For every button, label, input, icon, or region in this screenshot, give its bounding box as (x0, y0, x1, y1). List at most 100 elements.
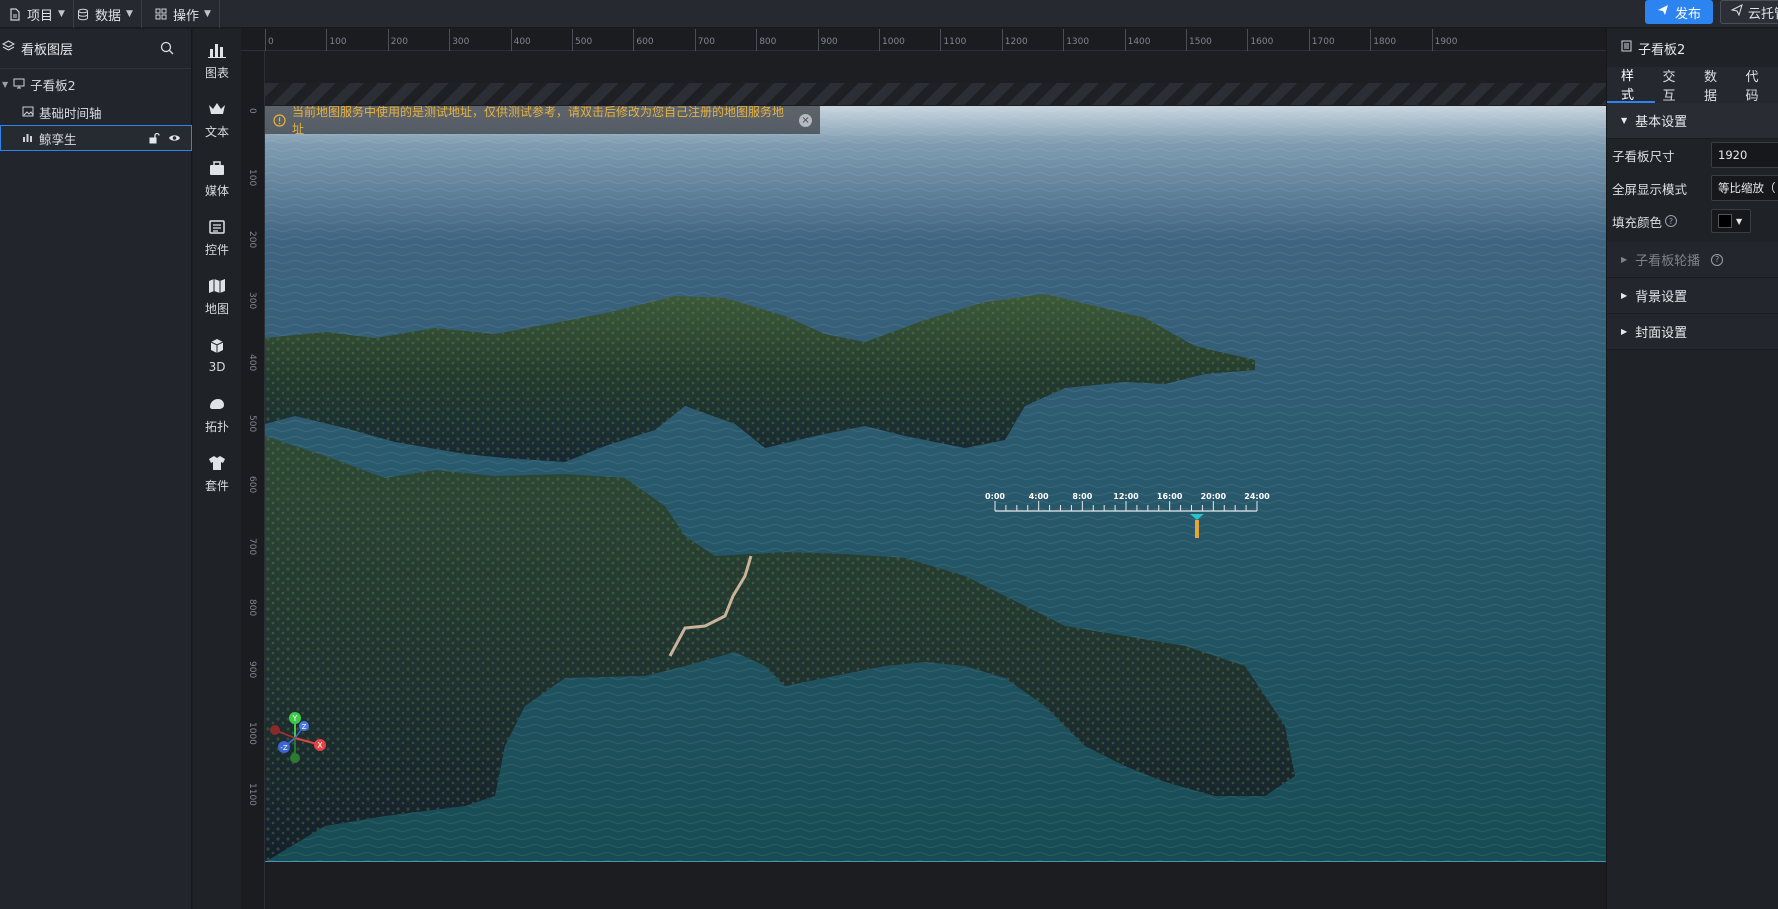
tool-chart[interactable]: 图表 (193, 35, 241, 87)
layer-item-timeline[interactable]: 基础时间轴 (0, 99, 192, 125)
fullscreen-mode-label: 全屏显示模式 (1612, 181, 1688, 197)
menu-data[interactable]: 数据 ▼ (68, 0, 142, 28)
tab-data[interactable]: 数据 (1696, 67, 1738, 104)
menu-project[interactable]: 项目 ▼ (0, 0, 74, 28)
caret-right-icon: ▶ (1621, 327, 1628, 336)
tool-media[interactable]: 媒体 (193, 153, 241, 205)
ruler-tick (1063, 29, 1065, 51)
ruler-label: 300 (452, 37, 470, 47)
layer-item-subboard[interactable]: ▼ 子看板2 (0, 71, 192, 97)
menu-operation-label: 操作 (173, 8, 200, 24)
caret-right-icon: ▶ (1621, 291, 1628, 300)
terrain-scene: 0:00 4:00 8:00 12:00 16:00 20:00 24:00 Y X (265, 106, 1606, 861)
ruler-label: 1000 (882, 37, 905, 47)
ruler-label: 200 (247, 230, 257, 248)
chart-bar-icon (208, 42, 226, 61)
ruler-label: 900 (820, 37, 838, 47)
ruler-label: 1400 (1127, 37, 1151, 47)
ruler-tick (817, 29, 819, 51)
properties-title: 子看板2 (1607, 29, 1778, 67)
ruler-label: 400 (247, 353, 257, 371)
ruler-tick (1247, 29, 1249, 51)
tool-label: 图表 (204, 65, 229, 80)
unlock-icon[interactable] (148, 132, 160, 147)
tool-widget[interactable]: 控件 (193, 212, 241, 264)
ruler-label: 500 (247, 415, 257, 433)
caret-right-icon: ▶ (1621, 255, 1628, 264)
timeline-label: 24:00 (1244, 492, 1270, 501)
help-icon[interactable]: ? (1711, 253, 1724, 266)
tab-interaction[interactable]: 交互 (1655, 67, 1697, 104)
tool-3d[interactable]: 3D (193, 330, 241, 382)
timeline-handle[interactable] (1194, 520, 1199, 538)
menu-operation[interactable]: 操作 ▼ (146, 0, 220, 28)
cloud-hosting-button[interactable]: 云托管 (1720, 0, 1778, 24)
layer-item-digital-twin[interactable]: 鲸孪生 (0, 125, 192, 151)
chevron-down-icon: ▼ (204, 9, 211, 19)
fill-color-row: 填充颜色 ? (1612, 208, 1678, 234)
ruler-label: 1500 (1189, 37, 1212, 47)
timeline-label: 12:00 (1113, 492, 1139, 501)
caret-down-icon: ▼ (1736, 216, 1743, 226)
canvas-bottom-margin (265, 863, 1606, 909)
ruler-label: 1300 (1066, 37, 1090, 47)
layer-item-label: 子看板2 (30, 77, 76, 93)
ruler-label: 1000 (247, 722, 257, 745)
ruler-tick (572, 29, 573, 51)
size-input[interactable]: 1920 (1711, 142, 1778, 168)
ruler-label: 300 (247, 292, 257, 310)
tab-style[interactable]: 样式 (1607, 67, 1655, 103)
ruler-label: 500 (575, 37, 593, 47)
fill-color-picker[interactable]: ▼ (1711, 209, 1751, 233)
ruler-tick (265, 29, 266, 51)
ruler-label: 1200 (1004, 37, 1028, 47)
section-title: 子看板轮播 (1635, 254, 1701, 269)
eye-icon[interactable] (168, 132, 181, 147)
chart-icon (22, 131, 34, 146)
tab-code[interactable]: 代码 (1738, 67, 1778, 104)
tool-label: 地图 (204, 301, 229, 316)
menu-data-label: 数据 (95, 8, 122, 24)
section-title: 背景设置 (1635, 290, 1688, 305)
layer-panel-header: 看板图层 (0, 29, 191, 69)
ruler-label: 900 (247, 660, 257, 678)
tool-label: 3D (208, 360, 226, 374)
cover-section[interactable]: ▶ 封面设置 (1607, 314, 1778, 350)
properties-title-text: 子看板2 (1638, 42, 1686, 58)
topology-icon (208, 396, 226, 415)
search-icon[interactable] (160, 41, 174, 59)
ruler-label: 800 (759, 37, 777, 47)
tool-map[interactable]: 地图 (193, 271, 241, 323)
grid-icon (154, 7, 168, 21)
timeline-label: 16:00 (1157, 492, 1183, 501)
database-icon (76, 7, 90, 21)
file-icon (8, 7, 22, 21)
ruler-label: 800 (247, 599, 257, 617)
ruler-tick (510, 29, 512, 51)
publish-label: 发布 (1674, 6, 1701, 22)
ruler-tick (1001, 29, 1003, 51)
layer-item-label: 基础时间轴 (39, 105, 102, 121)
ruler-tick (449, 29, 451, 51)
ruler-tick (756, 29, 758, 51)
section-title: 基本设置 (1635, 115, 1688, 130)
canvas-top-margin: ⋮⋮⋮⋮ (265, 83, 1606, 153)
map-service-warning: 当前地图服务中使用的是测试地址，仅供测试参考，请双击后修改为您自己注册的地图服务… (265, 106, 820, 136)
map-canvas[interactable]: 0:00 4:00 8:00 12:00 16:00 20:00 24:00 Y X (265, 106, 1606, 862)
warning-text: 当前地图服务中使用的是测试地址，仅供测试参考，请双击后修改为您自己注册的地图服务… (292, 106, 785, 136)
publish-button[interactable]: 发布 (1645, 0, 1713, 24)
fullscreen-mode-select[interactable]: 等比缩放（ (1711, 175, 1778, 201)
background-section[interactable]: ▶ 背景设置 (1607, 278, 1778, 314)
help-icon[interactable]: ? (1665, 215, 1678, 227)
layers-icon (1, 40, 16, 57)
tool-label: 媒体 (204, 183, 229, 198)
tool-topology[interactable]: 拓扑 (193, 389, 241, 441)
tool-text[interactable]: 文本 (193, 94, 241, 146)
basic-settings-section[interactable]: ▼ 基本设置 (1607, 103, 1778, 139)
caret-down-icon[interactable]: ▼ (2, 80, 8, 89)
close-icon[interactable]: × (799, 113, 812, 127)
component-toolbar: 图表 文本 媒体 控件 地图 3D 拓扑 套件 (193, 29, 241, 909)
properties-panel: 子看板2 样式 交互 数据 代码 ▼ 基本设置 子看板尺寸 1920 全屏显示模… (1606, 29, 1778, 909)
tool-kit[interactable]: 套件 (193, 448, 241, 500)
carousel-section[interactable]: ▶ 子看板轮播 ? (1607, 242, 1778, 278)
